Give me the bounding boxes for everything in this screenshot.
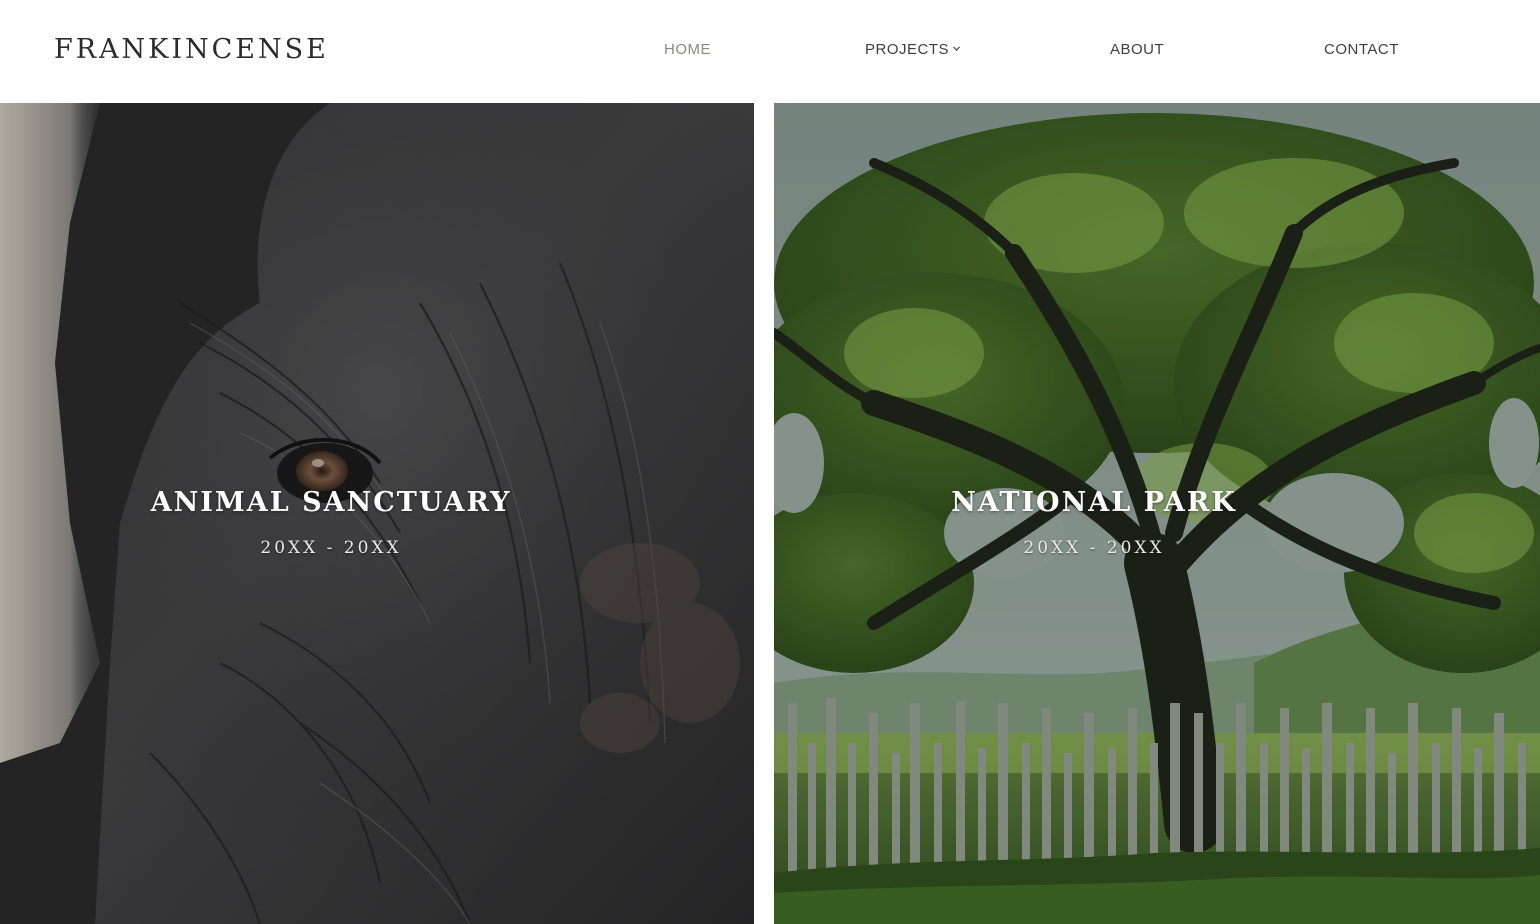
nav-home-label: HOME [664,41,711,58]
project-title: ANIMAL SANCTUARY [150,487,512,518]
site-header: FRANKINCENSE HOME PROJECTS ABOUT CONTACT [0,0,1540,103]
nav-contact[interactable]: CONTACT [1324,40,1399,60]
project-title: NATIONAL PARK [951,487,1237,518]
nav-about-label: ABOUT [1110,41,1165,58]
nav-about[interactable]: ABOUT [1110,40,1164,60]
nav-projects[interactable]: PROJECTS [865,40,961,60]
tile-gutter [754,103,774,924]
project-tile-animal-sanctuary[interactable]: ANIMAL SANCTUARY 20XX - 20XX [0,103,754,924]
nav-home[interactable]: HOME [664,40,711,60]
chevron-down-icon [952,46,961,51]
nav-projects-label: PROJECTS [865,41,950,58]
project-dates: 20XX - 20XX [260,538,402,558]
nav-contact-label: CONTACT [1324,41,1399,58]
project-dates: 20XX - 20XX [1023,538,1165,558]
project-tile-national-park[interactable]: NATIONAL PARK 20XX - 20XX [774,103,1540,924]
site-logo[interactable]: FRANKINCENSE [54,32,329,68]
